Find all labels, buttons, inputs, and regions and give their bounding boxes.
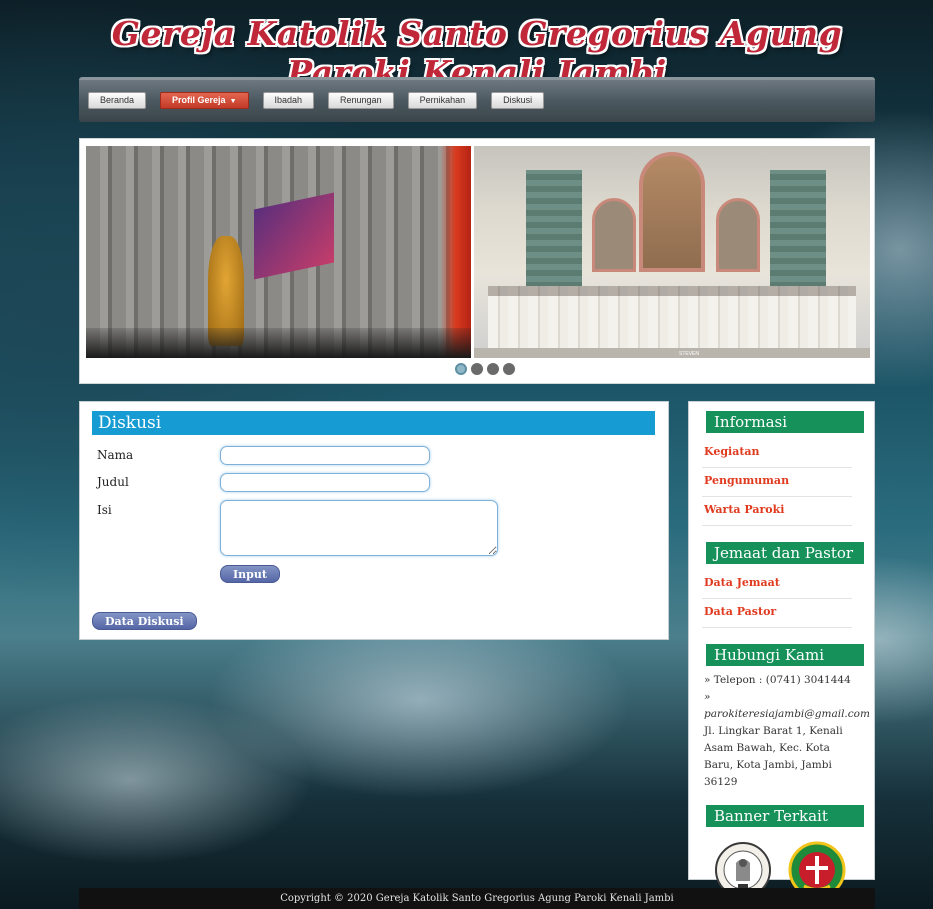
sidebar-link-data-pastor[interactable]: Data Pastor (702, 599, 852, 628)
nav-item-ibadah[interactable]: Ibadah (262, 92, 315, 109)
slider-dot[interactable] (503, 363, 515, 375)
crowd-silhouette (86, 328, 471, 358)
sidebar-link-kegiatan[interactable]: Kegiatan (702, 439, 852, 468)
church-interior-photo: STEVEN (474, 146, 870, 358)
page-title: Diskusi (92, 411, 655, 435)
nav-item-label: Beranda (100, 95, 135, 105)
nav-item-beranda[interactable]: Beranda (88, 92, 147, 109)
sidebar: Informasi Kegiatan Pengumuman Warta Paro… (688, 401, 875, 899)
altar-pillar (770, 170, 826, 288)
site-footer: Copyright © 2020 Gereja Katolik Santo Gr… (79, 888, 875, 909)
photo-credit: STEVEN (679, 351, 700, 357)
banner-terkait-heading: Banner Terkait (706, 805, 864, 827)
informasi-heading: Informasi (706, 411, 864, 433)
slider-dot[interactable] (471, 363, 483, 375)
hanging-banner (254, 192, 334, 280)
discussion-panel: Diskusi Nama Judul Isi Input Data Diskus… (79, 401, 669, 640)
judul-label: Judul (97, 475, 129, 489)
nav-item-label: Renungan (340, 95, 382, 105)
jemaat-pastor-heading: Jemaat dan Pastor (706, 542, 864, 564)
isi-label: Isi (97, 503, 112, 517)
church-exterior-photo (86, 146, 471, 358)
slider-dot[interactable] (455, 363, 467, 375)
side-arch (592, 198, 636, 272)
slider-dot[interactable] (487, 363, 499, 375)
nav-item-profil-gereja[interactable]: Profil Gereja ▼ (160, 92, 249, 109)
contact-info: » Telepon : (0741) 3041444 » parokiteres… (702, 672, 870, 791)
main-navbar: Beranda Profil Gereja ▼ Ibadah Renungan P… (79, 77, 875, 122)
contact-address: Jl. Lingkar Barat 1, Kenali Asam Bawah, … (704, 725, 843, 788)
isi-textarea[interactable] (220, 500, 498, 556)
hubungi-kami-heading: Hubungi Kami (706, 644, 864, 666)
contact-email: » parokiteresiajambi@gmail.com (704, 691, 870, 720)
sidebar-link-pengumuman[interactable]: Pengumuman (702, 468, 852, 497)
nav-item-pernikahan[interactable]: Pernikahan (407, 92, 478, 109)
image-slider: STEVEN (79, 138, 875, 384)
slider-dots (455, 363, 515, 375)
judul-input[interactable] (220, 473, 430, 492)
nav-item-label: Pernikahan (419, 95, 466, 105)
floor (474, 348, 870, 358)
altar-arch (639, 152, 705, 272)
nama-label: Nama (97, 448, 134, 462)
nav-item-diskusi[interactable]: Diskusi (491, 92, 545, 109)
input-submit-button[interactable]: Input (220, 565, 280, 583)
nama-input[interactable] (220, 446, 430, 465)
nav-item-renungan[interactable]: Renungan (328, 92, 394, 109)
nav-item-label: Profil Gereja (172, 95, 226, 105)
contact-phone: » Telepon : (0741) 3041444 (704, 674, 851, 686)
data-diskusi-button[interactable]: Data Diskusi (92, 612, 197, 630)
side-arch (716, 198, 760, 272)
sidebar-link-data-jemaat[interactable]: Data Jemaat (702, 570, 852, 599)
sidebar-link-warta-paroki[interactable]: Warta Paroki (702, 497, 852, 526)
altar-pillar (526, 170, 582, 288)
nav-item-label: Diskusi (503, 95, 533, 105)
nav-item-label: Ibadah (274, 95, 303, 105)
caret-down-icon: ▼ (229, 98, 237, 105)
